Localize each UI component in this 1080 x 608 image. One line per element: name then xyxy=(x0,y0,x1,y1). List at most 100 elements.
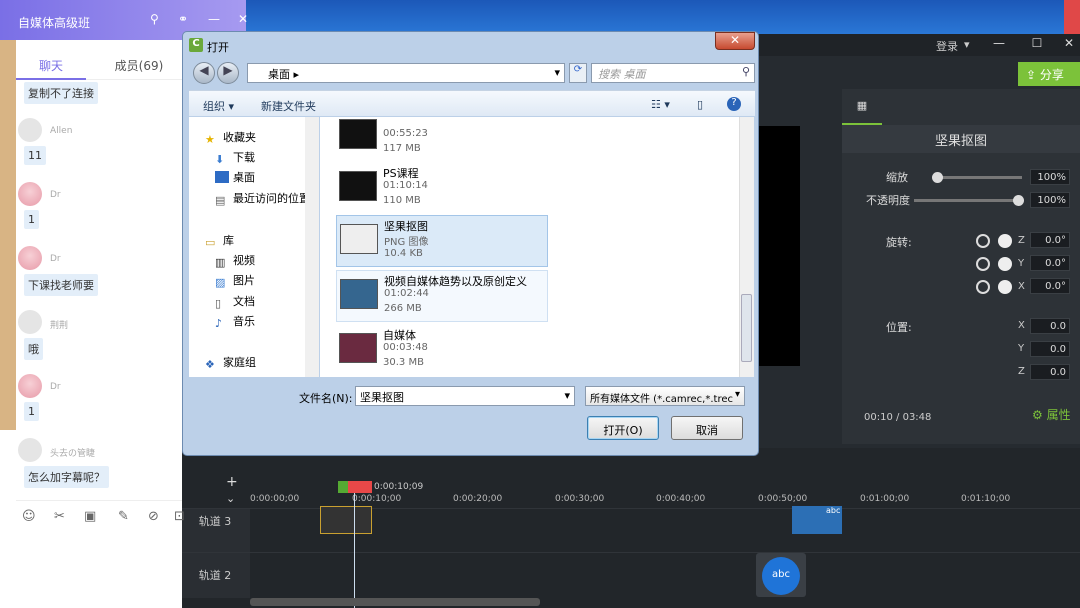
rotation-label: 旋转: xyxy=(886,236,912,249)
share-button[interactable]: ⇪ 分享 xyxy=(1018,62,1080,86)
view-options-icon[interactable]: ☷ ▾ xyxy=(651,98,670,111)
file-item[interactable]: 自媒体 00:03:48 30.3 MB xyxy=(336,325,548,377)
close-icon[interactable]: ✕ xyxy=(1058,36,1080,54)
nav-library[interactable]: ▭ 库 xyxy=(205,232,234,249)
nav-documents[interactable]: ▯ 文档 xyxy=(215,293,255,310)
screen: 登录 ▾ — ☐ ✕ ⇪ 分享 ▦ 坚果抠图 缩放 100% 不透明度 100%… xyxy=(0,0,1080,608)
edit-icon[interactable]: ✎ xyxy=(118,509,129,524)
rotate-z-knob[interactable] xyxy=(998,234,1012,248)
video-thumbnail xyxy=(339,171,377,201)
nav-desktop[interactable]: 桌面 xyxy=(215,169,255,185)
rotation-x-value[interactable]: 0.0° xyxy=(1030,278,1070,294)
chevron-down-icon: ▾ xyxy=(964,38,970,51)
chevron-down-icon[interactable]: ▾ xyxy=(554,66,560,79)
scale-slider-knob[interactable] xyxy=(932,172,943,183)
file-item-selected[interactable]: 坚果抠图 PNG 图像 10.4 KB xyxy=(336,215,548,267)
minimize-icon[interactable]: — xyxy=(988,36,1010,54)
open-file-dialog: C 打开 ✕ ◀ ▶ 桌面 ▸ ▾ ⟳ 搜索 桌面 ⚲ 组织 ▾ 新建文件夹 ☷ ▾… xyxy=(182,31,759,456)
refresh-icon[interactable]: ⟳ xyxy=(569,63,587,83)
image-icon[interactable]: ▣ xyxy=(84,509,96,524)
position-y-value[interactable]: 0.0 xyxy=(1030,341,1070,357)
video-thumbnail xyxy=(340,279,378,309)
media-clip[interactable]: abc xyxy=(792,506,842,534)
file-item[interactable]: 视频自媒体趋势以及原创定义 01:02:44 266 MB xyxy=(336,270,548,322)
nav-favorites[interactable]: ★ 收藏夹 xyxy=(205,129,256,146)
rotate-x-icon[interactable] xyxy=(976,280,990,294)
file-item[interactable]: PS课程 01:10:14 110 MB xyxy=(336,163,548,215)
tab-chat[interactable]: 聊天 xyxy=(16,48,86,80)
nav-downloads[interactable]: ⬇ 下载 xyxy=(215,149,255,166)
file-scrollbar-thumb[interactable] xyxy=(741,294,752,362)
maximize-icon[interactable]: ☐ xyxy=(1026,36,1048,54)
homegroup-icon: ❖ xyxy=(205,358,215,371)
cancel-button[interactable]: 取消 xyxy=(671,416,743,440)
rotate-x-knob[interactable] xyxy=(998,280,1012,294)
opacity-slider-knob[interactable] xyxy=(1013,195,1024,206)
nav-music[interactable]: ♪ 音乐 xyxy=(215,313,255,330)
timeline-scrollbar[interactable] xyxy=(250,598,540,606)
nav-label: 图片 xyxy=(233,274,255,287)
nav-label: 家庭组 xyxy=(223,356,256,369)
rotate-z-icon[interactable] xyxy=(976,234,990,248)
emoji-icon[interactable]: ☺ xyxy=(22,509,36,524)
organize-label: 组织 xyxy=(203,100,225,113)
attributes-button[interactable]: ⚙ 属性 xyxy=(1032,406,1071,423)
film-icon[interactable]: ▦ xyxy=(842,89,882,125)
minimize-icon[interactable]: — xyxy=(208,12,220,26)
nav-videos[interactable]: ▥ 视频 xyxy=(215,252,255,269)
position-x-value[interactable]: 0.0 xyxy=(1030,318,1070,334)
preview-pane-icon[interactable]: ▯ xyxy=(697,98,703,111)
filename-input[interactable]: 坚果抠图 ▾ xyxy=(355,386,575,406)
avatar xyxy=(18,374,42,398)
nav-homegroup[interactable]: ❖ 家庭组 xyxy=(205,354,256,371)
close-icon[interactable]: ✕ xyxy=(238,12,248,26)
rotation-y-value[interactable]: 0.0° xyxy=(1030,255,1070,271)
nav-pictures[interactable]: ▨ 图片 xyxy=(215,272,255,289)
playhead-start-marker[interactable] xyxy=(338,481,348,493)
pin-icon[interactable]: ⚲ xyxy=(150,12,159,26)
file-item[interactable]: 00:55:23 117 MB xyxy=(336,111,548,163)
rotate-y-knob[interactable] xyxy=(998,257,1012,271)
organize-button[interactable]: 组织 ▾ xyxy=(203,98,234,114)
rotate-y-icon[interactable] xyxy=(976,257,990,271)
nav-scrollbar[interactable] xyxy=(305,117,319,377)
message-bubble: 怎么加字幕呢？ xyxy=(24,466,109,488)
share-icon[interactable]: ⚭ xyxy=(178,12,188,26)
back-icon[interactable]: ◀ xyxy=(193,62,215,84)
position-z-value[interactable]: 0.0 xyxy=(1030,364,1070,380)
search-icon[interactable]: ⚲ xyxy=(742,65,750,78)
nav-recent[interactable]: ▤ 最近访问的位置 xyxy=(215,190,310,207)
filetype-select[interactable]: 所有媒体文件 (*.camrec,*.trec ▾ xyxy=(585,386,745,406)
opacity-slider[interactable] xyxy=(914,199,1022,202)
message-bubble: 哦 xyxy=(24,338,43,360)
playhead-time: 0:00:10;09 xyxy=(374,482,424,492)
block-icon[interactable]: ⊘ xyxy=(148,509,159,524)
add-track-icon[interactable]: + xyxy=(226,474,238,490)
new-folder-button[interactable]: 新建文件夹 xyxy=(261,98,316,114)
scale-slider[interactable] xyxy=(934,176,1022,179)
help-icon[interactable]: ? xyxy=(727,97,741,111)
track-2: 轨道 2 xyxy=(180,552,1080,598)
file-size: 10.4 KB xyxy=(384,248,423,259)
opacity-value[interactable]: 100% xyxy=(1030,192,1070,208)
callout-clip[interactable]: abc xyxy=(756,553,806,597)
collapse-icon[interactable]: ⌄ xyxy=(226,492,235,505)
scissors-icon[interactable]: ✂ xyxy=(54,509,65,524)
forward-icon[interactable]: ▶ xyxy=(217,62,239,84)
tab-members[interactable]: 成员(69) xyxy=(96,48,182,80)
address-bar[interactable]: 桌面 ▸ ▾ xyxy=(247,63,565,83)
login-menu[interactable]: 登录 xyxy=(936,38,958,54)
open-button[interactable]: 打开(O) xyxy=(587,416,659,440)
search-input[interactable]: 搜索 桌面 ⚲ xyxy=(591,63,755,83)
scale-value[interactable]: 100% xyxy=(1030,169,1070,185)
more-icon[interactable]: ⊡ xyxy=(174,509,185,524)
timeline-ruler[interactable]: 0:00:00;00 0:00:10;00 0:00:20;00 0:00:30… xyxy=(250,494,1080,508)
dialog-close-button[interactable]: ✕ xyxy=(715,32,755,50)
media-clip[interactable] xyxy=(320,506,372,534)
rot-x-axis: X xyxy=(1018,281,1025,292)
dialog-titlebar[interactable]: C 打开 xyxy=(183,32,758,58)
chat-input[interactable] xyxy=(16,530,182,608)
rot-y-axis: Y xyxy=(1018,258,1025,269)
rotation-z-value[interactable]: 0.0° xyxy=(1030,232,1070,248)
chevron-down-icon[interactable]: ▾ xyxy=(564,389,570,402)
